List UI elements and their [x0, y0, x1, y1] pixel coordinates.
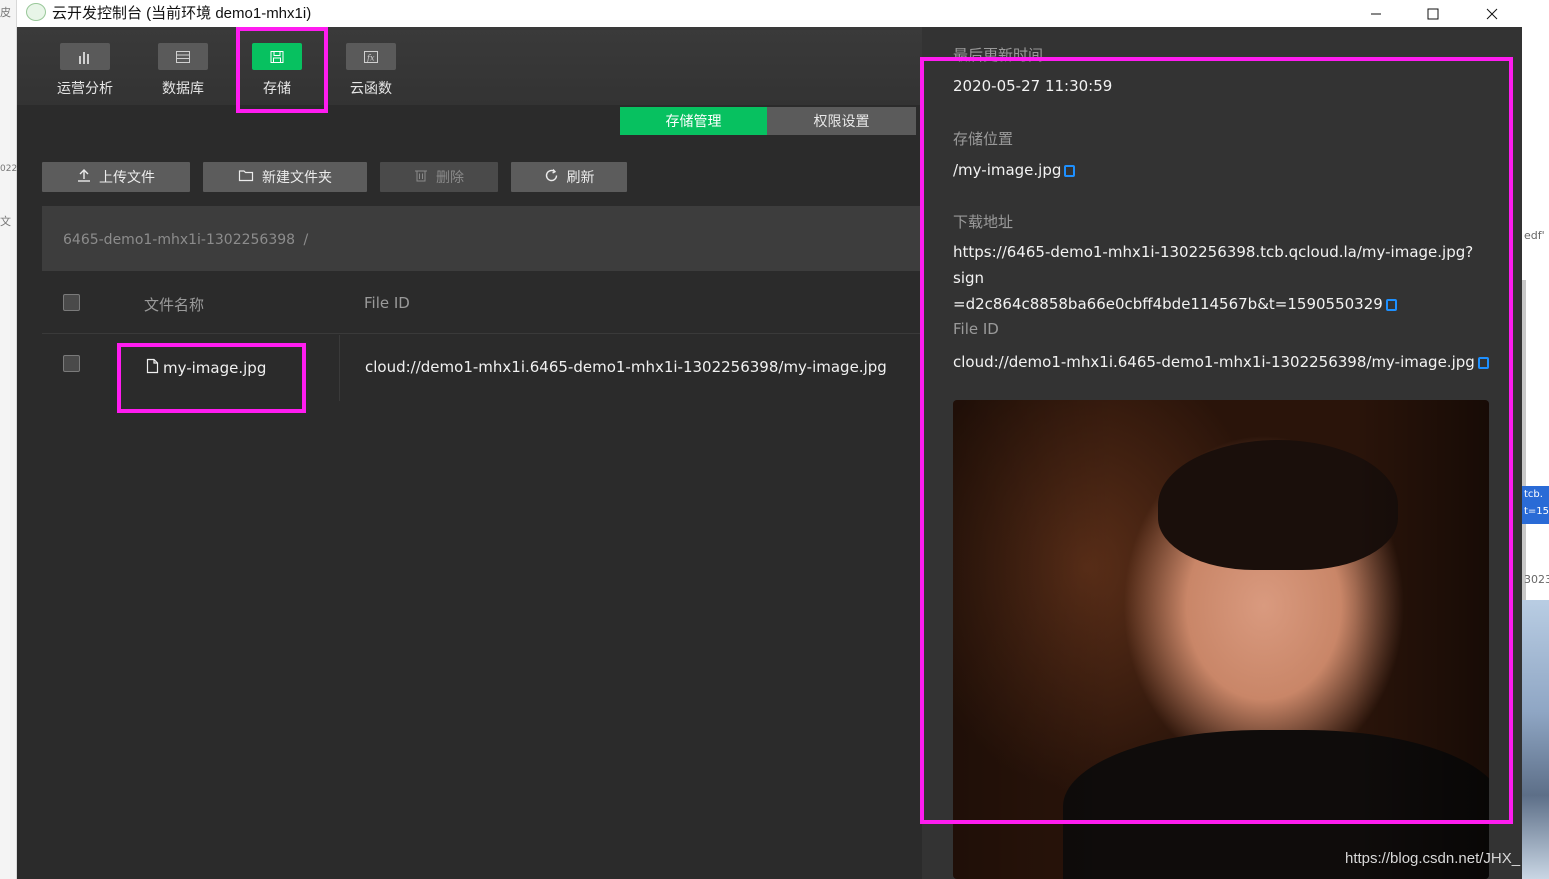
file-id-label: File ID	[953, 320, 999, 338]
file-id: cloud://demo1-mhx1i.6465-demo1-mhx1i-130…	[953, 349, 1489, 375]
tool-database[interactable]: 数据库	[141, 27, 221, 105]
file-name-cell[interactable]: my-image.jpg	[146, 358, 266, 378]
table-row[interactable]: my-image.jpg cloud://demo1-mhx1i.6465-de…	[42, 335, 922, 401]
database-icon	[158, 43, 208, 70]
tool-label: 运营分析	[57, 81, 113, 97]
background-text: 文	[0, 215, 11, 228]
background-image	[1522, 600, 1549, 879]
tool-label: 数据库	[162, 81, 204, 97]
file-id-cell: cloud://demo1-mhx1i.6465-demo1-mhx1i-130…	[365, 358, 887, 376]
upload-label: 上传文件	[99, 170, 155, 186]
maximize-icon[interactable]	[1410, 0, 1456, 27]
window-title: 云开发控制台 (当前环境 demo1-mhx1i)	[52, 5, 312, 22]
upload-button[interactable]: 上传文件	[42, 162, 190, 192]
tool-cloud-functions[interactable]: fx 云函数	[329, 27, 409, 105]
column-header-file-id: File ID	[364, 294, 410, 312]
tool-label: 云函数	[350, 81, 392, 97]
background-text: edf'	[1524, 229, 1545, 242]
new-folder-button[interactable]: 新建文件夹	[203, 162, 367, 192]
tab-permission-settings[interactable]: 权限设置	[767, 107, 916, 135]
console-window: 云开发控制台 (当前环境 demo1-mhx1i) 运营分析 数据库 存储 fx…	[17, 0, 1522, 879]
upload-icon	[77, 168, 91, 186]
tool-label: 存储	[263, 81, 291, 97]
file-icon	[146, 358, 159, 378]
main-toolbar: 运营分析 数据库 存储 fx 云函数	[17, 27, 922, 105]
background-text: 022	[0, 164, 18, 174]
storage-location-value: /my-image.jpg	[953, 161, 1062, 179]
chart-icon	[60, 43, 110, 70]
background-text: tcb.	[1524, 489, 1543, 500]
column-header-name: 文件名称	[144, 296, 205, 314]
svg-text:fx: fx	[366, 53, 375, 62]
refresh-icon	[544, 168, 559, 187]
tab-storage-manage[interactable]: 存储管理	[620, 107, 767, 135]
tool-storage[interactable]: 存储	[235, 27, 315, 105]
table-header: 文件名称 File ID	[42, 272, 922, 334]
background-selection: tcb. t=15	[1522, 486, 1549, 524]
background-window-left: 皮 022 文	[0, 0, 17, 879]
background-text: 皮	[0, 6, 11, 19]
background-text: 3023	[1524, 573, 1549, 586]
copy-icon[interactable]	[1477, 357, 1489, 369]
background-window-right: edf' tcb. t=15 3023	[1522, 0, 1549, 879]
last-update-value: 2020-05-27 11:30:59	[953, 77, 1113, 95]
select-all-checkbox[interactable]	[63, 294, 80, 311]
folder-icon	[238, 168, 254, 186]
storage-location-label: 存储位置	[953, 130, 1014, 148]
copy-icon[interactable]	[1064, 165, 1076, 177]
new-folder-label: 新建文件夹	[262, 170, 332, 186]
storage-icon	[252, 43, 302, 70]
download-url-line: https://6465-demo1-mhx1i-1302256398.tcb.…	[953, 243, 1474, 287]
file-id-value: cloud://demo1-mhx1i.6465-demo1-mhx1i-130…	[953, 353, 1475, 371]
download-url-label: 下载地址	[953, 213, 1014, 231]
watermark: https://blog.csdn.net/JHX_	[1345, 850, 1521, 867]
delete-label: 删除	[436, 170, 464, 186]
delete-button[interactable]: 删除	[380, 162, 498, 192]
image-preview	[953, 400, 1489, 879]
tool-analytics[interactable]: 运营分析	[43, 27, 123, 105]
download-url: https://6465-demo1-mhx1i-1302256398.tcb.…	[953, 239, 1493, 317]
minimize-icon[interactable]	[1353, 0, 1399, 27]
title-bar: 云开发控制台 (当前环境 demo1-mhx1i)	[17, 0, 1522, 27]
row-checkbox[interactable]	[63, 355, 80, 372]
refresh-button[interactable]: 刷新	[511, 162, 627, 192]
storage-location: /my-image.jpg	[953, 157, 1076, 183]
file-detail-panel: 最后更新时间 2020-05-27 11:30:59 存储位置 /my-imag…	[922, 27, 1522, 879]
close-icon[interactable]	[1469, 0, 1515, 27]
background-text: t=15	[1524, 506, 1549, 517]
breadcrumb-separator: /	[303, 232, 309, 248]
trash-icon	[414, 168, 428, 186]
column-divider	[339, 335, 340, 401]
breadcrumb: 6465-demo1-mhx1i-1302256398 /	[42, 206, 922, 271]
copy-icon[interactable]	[1385, 299, 1397, 311]
refresh-label: 刷新	[566, 170, 595, 186]
function-icon: fx	[346, 43, 396, 70]
app-logo-icon	[26, 3, 46, 21]
breadcrumb-path[interactable]: 6465-demo1-mhx1i-1302256398	[63, 232, 295, 248]
download-url-line: =d2c864c8858ba66e0cbff4bde114567b&t=1590…	[953, 295, 1383, 313]
file-name: my-image.jpg	[163, 359, 267, 377]
last-update-label: 最后更新时间	[953, 46, 1044, 64]
